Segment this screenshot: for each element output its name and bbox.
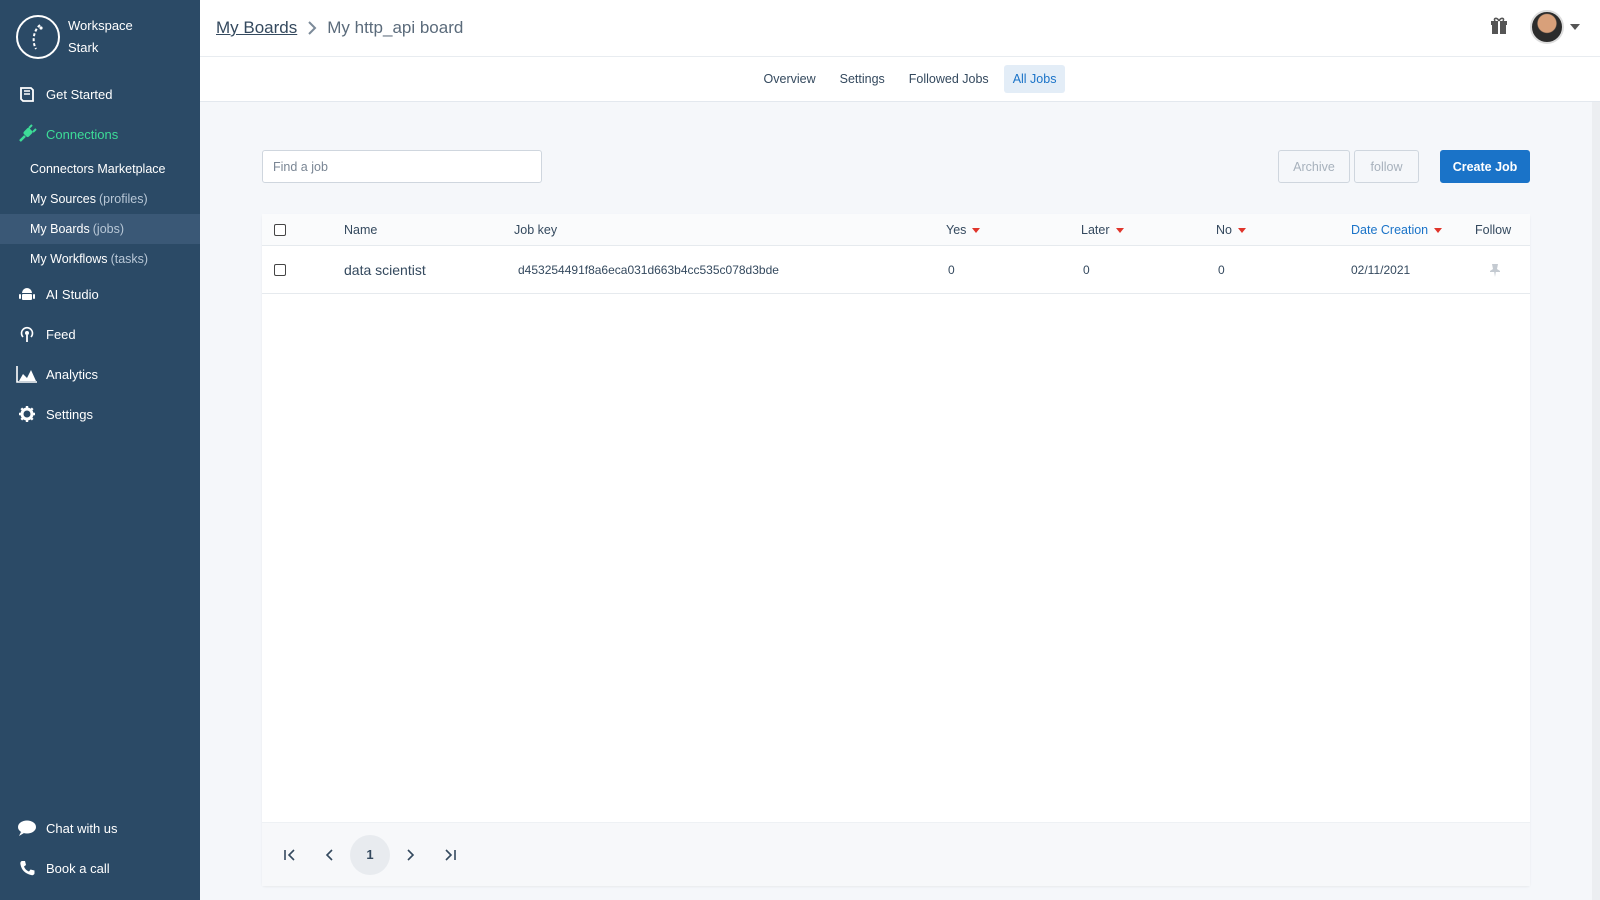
android-icon bbox=[16, 283, 38, 305]
jobs-table: Name Job key Yes Later No Date Creation … bbox=[262, 214, 1530, 886]
sort-down-icon bbox=[972, 227, 981, 233]
book-icon bbox=[16, 83, 38, 105]
page-number[interactable]: 1 bbox=[350, 834, 390, 875]
sidebar-item-hint: (profiles) bbox=[99, 192, 148, 206]
column-header-job-key[interactable]: Job key bbox=[514, 214, 557, 246]
area-chart-icon bbox=[16, 363, 38, 385]
broadcast-icon bbox=[16, 323, 38, 345]
next-page-icon[interactable] bbox=[390, 835, 430, 875]
column-header-name[interactable]: Name bbox=[344, 214, 377, 246]
breadcrumb-my-boards-link[interactable]: My Boards bbox=[216, 18, 297, 38]
book-a-call-label: Book a call bbox=[46, 860, 110, 876]
row-checkbox[interactable] bbox=[274, 264, 286, 276]
workspace-label: Workspace bbox=[68, 18, 133, 33]
avatar[interactable] bbox=[1530, 10, 1564, 44]
sort-down-icon bbox=[1434, 227, 1443, 233]
sidebar-item-label: Connectors Marketplace bbox=[30, 162, 166, 176]
phone-icon bbox=[16, 857, 38, 879]
sidebar-item-my-boards[interactable]: My Boards (jobs) bbox=[0, 214, 200, 244]
tab-settings[interactable]: Settings bbox=[831, 65, 894, 93]
tab-followed-jobs[interactable]: Followed Jobs bbox=[900, 65, 998, 93]
column-header-no[interactable]: No bbox=[1216, 214, 1246, 246]
column-header-yes[interactable]: Yes bbox=[946, 214, 981, 246]
nav-analytics-label: Analytics bbox=[46, 366, 99, 382]
sidebar-item-my-workflows[interactable]: My Workflows (tasks) bbox=[0, 244, 200, 274]
nav-connections-label: Connections bbox=[46, 126, 119, 142]
gear-icon bbox=[16, 403, 38, 425]
tab-all-jobs[interactable]: All Jobs bbox=[1003, 65, 1066, 93]
book-a-call-button[interactable]: Book a call bbox=[0, 848, 200, 888]
sidebar-item-label: My Sources bbox=[30, 192, 96, 206]
search-input[interactable] bbox=[262, 150, 542, 183]
column-header-follow: Follow bbox=[1475, 223, 1512, 237]
sort-down-icon bbox=[1115, 227, 1124, 233]
column-header-yes-label: Yes bbox=[946, 223, 967, 237]
sidebar-bottom: Chat with us Book a call bbox=[0, 808, 200, 900]
tab-overview[interactable]: Overview bbox=[755, 65, 825, 93]
chat-with-us-label: Chat with us bbox=[46, 820, 118, 836]
column-header-date-creation[interactable]: Date Creation bbox=[1351, 214, 1443, 246]
chat-bubble-icon bbox=[16, 817, 38, 839]
nav-get-started[interactable]: Get Started bbox=[0, 74, 200, 114]
sort-down-icon bbox=[1237, 227, 1246, 233]
last-page-icon[interactable] bbox=[430, 835, 470, 875]
nav-analytics[interactable]: Analytics bbox=[0, 354, 200, 394]
breadcrumb: My Boards My http_api board bbox=[216, 18, 463, 38]
top-header: My Boards My http_api board bbox=[200, 0, 1600, 57]
pagination: 1 bbox=[262, 822, 1530, 886]
column-header-date-creation-label: Date Creation bbox=[1351, 223, 1429, 237]
table-header: Name Job key Yes Later No Date Creation … bbox=[262, 214, 1530, 246]
tabs-bar: Overview Settings Followed Jobs All Jobs bbox=[200, 57, 1600, 102]
plug-icon bbox=[16, 123, 38, 145]
nav-get-started-label: Get Started bbox=[46, 86, 113, 102]
job-name[interactable]: data scientist bbox=[344, 246, 426, 294]
column-header-no-label: No bbox=[1216, 223, 1232, 237]
nav-settings[interactable]: Settings bbox=[0, 394, 200, 434]
select-all-checkbox[interactable] bbox=[274, 224, 286, 236]
sidebar-item-hint: (tasks) bbox=[110, 252, 149, 266]
nav-feed[interactable]: Feed bbox=[0, 314, 200, 354]
workspace-logo-icon bbox=[16, 15, 60, 59]
previous-page-icon[interactable] bbox=[310, 835, 350, 875]
sidebar-item-hint: (jobs) bbox=[92, 222, 125, 236]
table-row[interactable]: data scientist d453254491f8a6eca031d663b… bbox=[262, 246, 1530, 294]
job-yes-count: 0 bbox=[948, 263, 955, 277]
header-actions bbox=[1490, 10, 1580, 44]
pin-icon[interactable] bbox=[1489, 246, 1501, 294]
row-select-cell bbox=[274, 246, 286, 294]
chat-with-us-button[interactable]: Chat with us bbox=[0, 808, 200, 848]
tabs: Overview Settings Followed Jobs All Jobs bbox=[752, 65, 1069, 93]
nav-ai-studio-label: AI Studio bbox=[46, 286, 99, 302]
sidebar-item-label: My Boards bbox=[30, 222, 90, 236]
job-no-count: 0 bbox=[1218, 263, 1225, 277]
nav-connections[interactable]: Connections bbox=[0, 114, 200, 154]
chevron-down-icon[interactable] bbox=[1570, 24, 1580, 30]
workspace-brand[interactable]: Workspace Stark bbox=[0, 0, 200, 74]
job-later-count: 0 bbox=[1083, 263, 1090, 277]
workspace-title: Stark bbox=[68, 40, 99, 55]
column-header-later[interactable]: Later bbox=[1081, 214, 1124, 246]
follow-button[interactable]: follow bbox=[1354, 150, 1419, 183]
sidebar-item-connectors-marketplace[interactable]: Connectors Marketplace bbox=[0, 154, 200, 184]
sidebar: Workspace Stark Get Started Connections … bbox=[0, 0, 200, 900]
nav-settings-label: Settings bbox=[46, 406, 93, 422]
nav-ai-studio[interactable]: AI Studio bbox=[0, 274, 200, 314]
column-header-later-label: Later bbox=[1081, 223, 1110, 237]
gift-icon[interactable] bbox=[1490, 17, 1508, 38]
first-page-icon[interactable] bbox=[270, 835, 310, 875]
select-all-cell bbox=[274, 214, 286, 246]
create-job-button[interactable]: Create Job bbox=[1440, 150, 1530, 183]
job-key: d453254491f8a6eca031d663b4cc535c078d3bde bbox=[518, 263, 779, 277]
chevron-right-icon bbox=[307, 21, 317, 35]
nav-feed-label: Feed bbox=[46, 326, 76, 342]
workspace-name: Workspace Stark bbox=[68, 15, 133, 59]
sidebar-item-label: My Workflows bbox=[30, 252, 108, 266]
job-date-creation: 02/11/2021 bbox=[1351, 263, 1411, 277]
archive-button[interactable]: Archive bbox=[1278, 150, 1350, 183]
page-scrollbar[interactable] bbox=[1592, 102, 1600, 900]
breadcrumb-current: My http_api board bbox=[327, 18, 464, 37]
sidebar-item-my-sources[interactable]: My Sources (profiles) bbox=[0, 184, 200, 214]
